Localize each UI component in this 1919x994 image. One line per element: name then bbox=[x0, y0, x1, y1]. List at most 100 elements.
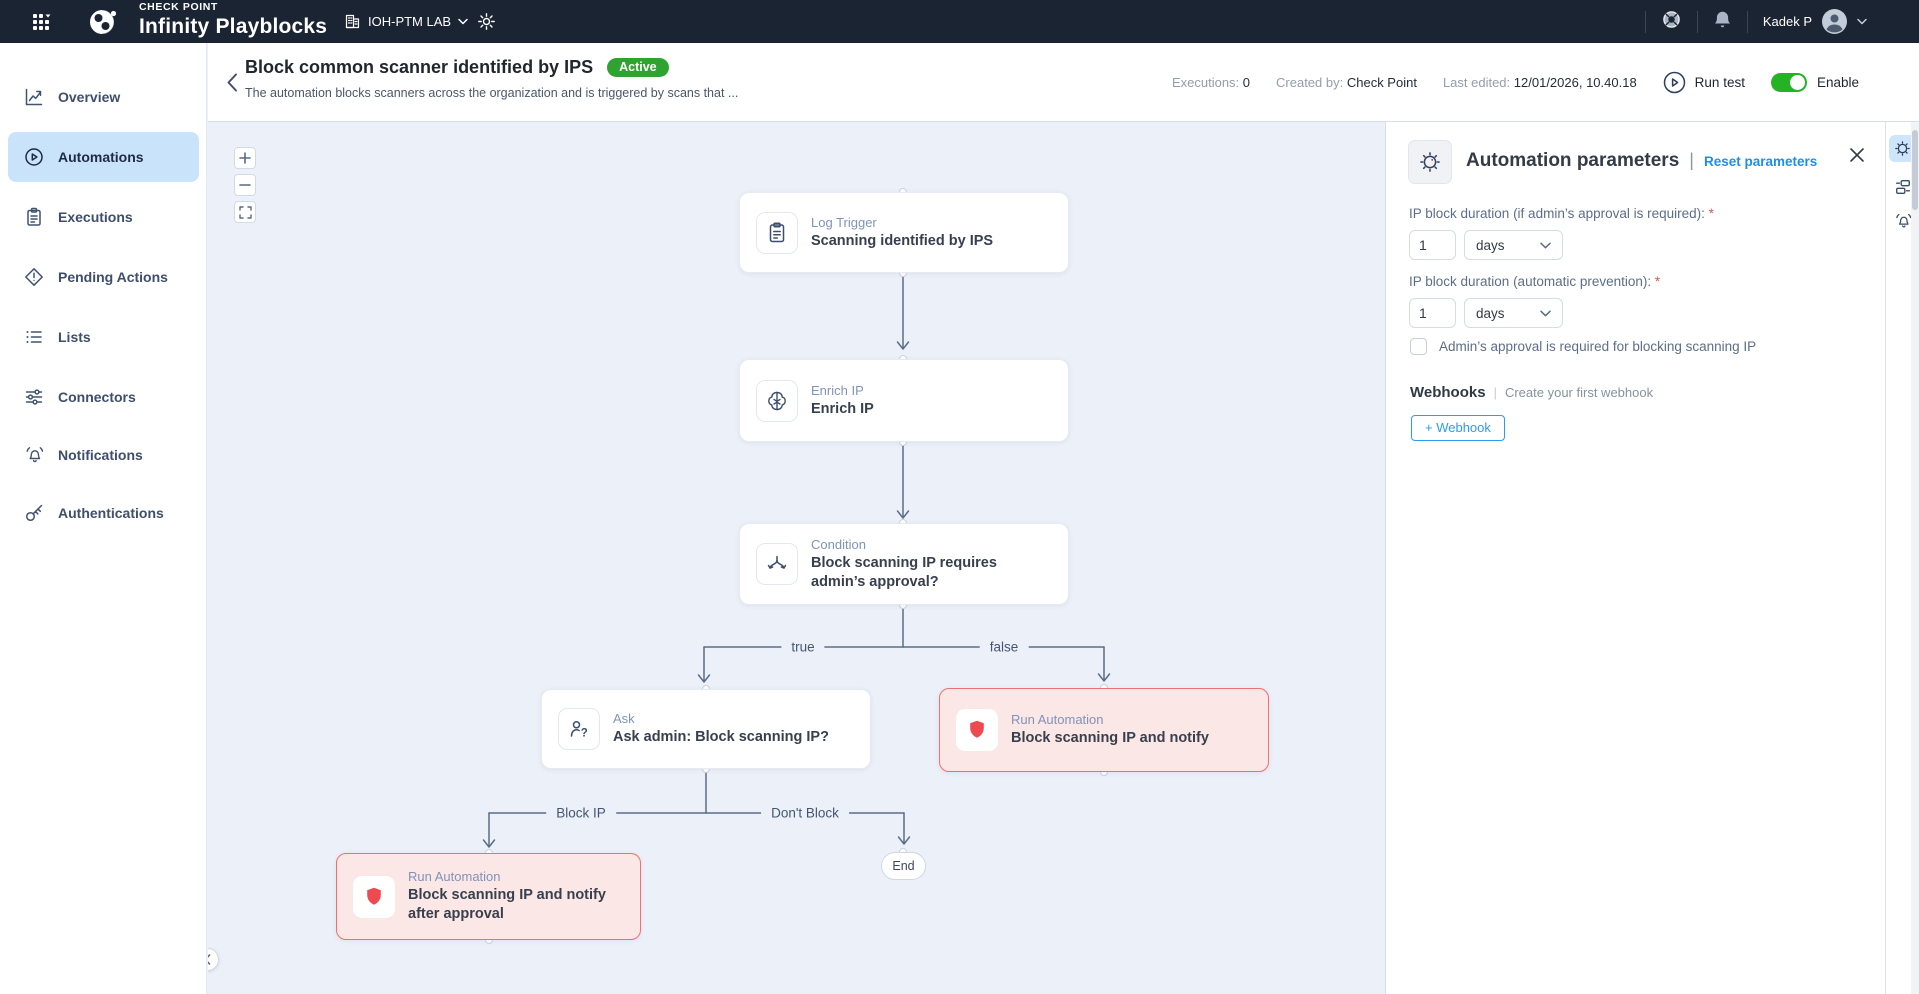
clipboard-icon bbox=[756, 212, 798, 254]
panel-title: Automation parameters bbox=[1466, 150, 1679, 172]
page-description: The automation blocks scanners across th… bbox=[245, 86, 738, 100]
approval-duration-input[interactable] bbox=[1409, 230, 1456, 260]
sidebar-item-label: Authentications bbox=[58, 505, 164, 521]
topbar-right-cluster: Kadek P bbox=[1645, 0, 1867, 43]
run-test-label: Run test bbox=[1695, 75, 1745, 90]
node-type-label: Condition bbox=[811, 537, 1052, 552]
automatic-duration-input[interactable] bbox=[1409, 298, 1456, 328]
sidebar-item-executions[interactable]: Executions bbox=[8, 192, 199, 242]
branch-label-dont-block: Don't Block bbox=[761, 805, 849, 822]
scrollbar-thumb[interactable] bbox=[1912, 130, 1918, 210]
branch-label-false: false bbox=[980, 639, 1029, 656]
flow-node-ask-admin[interactable]: ? Ask Ask admin: Block scanning IP? bbox=[541, 689, 871, 769]
flow-canvas[interactable]: true false Block IP Don't Block Log Trig… bbox=[208, 122, 1385, 994]
sidebar-item-lists[interactable]: Lists bbox=[8, 312, 199, 362]
sidebar-item-authentications[interactable]: Authentications bbox=[8, 488, 199, 538]
notifications-bell-icon[interactable] bbox=[1713, 9, 1732, 35]
back-button[interactable] bbox=[218, 65, 246, 99]
flow-node-log-trigger[interactable]: Log Trigger Scanning identified by IPS bbox=[739, 192, 1069, 273]
fit-screen-button[interactable] bbox=[234, 201, 256, 223]
play-circle-icon bbox=[1663, 71, 1686, 94]
user-name: Kadek P bbox=[1763, 14, 1812, 29]
close-icon[interactable] bbox=[1846, 144, 1868, 166]
status-badge: Active bbox=[607, 58, 669, 77]
bell-ring-icon bbox=[24, 445, 44, 465]
selected-unit: days bbox=[1476, 306, 1505, 321]
node-title: Block scanning IP and notify after appro… bbox=[408, 886, 624, 923]
shield-icon bbox=[956, 709, 998, 751]
field-label-automatic-duration: IP block duration (automatic prevention)… bbox=[1409, 274, 1660, 289]
key-icon bbox=[24, 503, 44, 523]
chevron-down-icon bbox=[1540, 242, 1551, 249]
avatar bbox=[1821, 8, 1848, 35]
sliders-icon bbox=[24, 387, 44, 407]
selected-unit: days bbox=[1476, 238, 1505, 253]
node-type-label: Ask bbox=[613, 711, 829, 726]
sidebar-item-label: Connectors bbox=[58, 389, 136, 405]
toggle-knob bbox=[1790, 75, 1805, 90]
flow-node-end[interactable]: End bbox=[881, 852, 926, 880]
shield-icon bbox=[353, 876, 395, 918]
node-type-label: Enrich IP bbox=[811, 383, 874, 398]
sidebar-item-notifications[interactable]: Notifications bbox=[8, 430, 199, 480]
node-type-label: Run Automation bbox=[1011, 712, 1209, 727]
automatic-duration-unit-select[interactable]: days bbox=[1464, 298, 1563, 328]
last-edited: Last edited: 12/01/2026, 10.40.18 bbox=[1443, 75, 1637, 90]
enable-label: Enable bbox=[1817, 75, 1859, 90]
flow-node-condition[interactable]: Condition Block scanning IP requires adm… bbox=[739, 523, 1069, 605]
approval-duration-unit-select[interactable]: days bbox=[1464, 230, 1563, 260]
reset-parameters-link[interactable]: Reset parameters bbox=[1704, 154, 1817, 169]
person-question-icon: ? bbox=[558, 708, 600, 750]
sidebar-item-label: Pending Actions bbox=[58, 269, 168, 285]
clipboard-icon bbox=[24, 207, 44, 227]
zoom-in-button[interactable] bbox=[234, 147, 256, 169]
zoom-out-button[interactable] bbox=[234, 174, 256, 196]
branch-icon bbox=[756, 543, 798, 585]
admin-approval-checkbox[interactable] bbox=[1410, 338, 1427, 355]
play-circle-icon bbox=[24, 147, 44, 167]
add-webhook-button[interactable]: + Webhook bbox=[1411, 415, 1505, 441]
flow-node-block-after-approval[interactable]: Run Automation Block scanning IP and not… bbox=[336, 853, 641, 940]
diamond-alert-icon bbox=[24, 267, 44, 287]
sidebar-item-overview[interactable]: Overview bbox=[8, 72, 199, 122]
required-mark: * bbox=[1655, 274, 1660, 289]
canvas-zoom-controls bbox=[234, 147, 256, 223]
app-root: CHECK POINT Infinity Playblocks IOH-PTM … bbox=[0, 0, 1919, 994]
list-icon bbox=[24, 327, 44, 347]
sidebar-item-pending-actions[interactable]: Pending Actions bbox=[8, 252, 199, 302]
sidebar: Overview Automations Executions Pending … bbox=[0, 43, 207, 994]
divider bbox=[1747, 11, 1748, 33]
title-separator: | bbox=[1689, 150, 1694, 171]
building-icon bbox=[344, 13, 361, 30]
node-type-label: Run Automation bbox=[408, 869, 624, 884]
enable-toggle[interactable] bbox=[1771, 73, 1807, 92]
tenant-selector[interactable]: IOH-PTM LAB bbox=[344, 0, 468, 43]
help-icon[interactable] bbox=[1661, 9, 1682, 35]
brain-icon bbox=[756, 380, 798, 422]
global-settings-gear-icon[interactable] bbox=[477, 12, 496, 36]
page-header: Block common scanner identified by IPS A… bbox=[208, 43, 1919, 122]
topbar: CHECK POINT Infinity Playblocks IOH-PTM … bbox=[0, 0, 1919, 43]
divider bbox=[1645, 11, 1646, 33]
sidebar-item-label: Executions bbox=[58, 209, 133, 225]
flow-node-enrich-ip[interactable]: Enrich IP Enrich IP bbox=[739, 359, 1069, 442]
created-by: Created by: Check Point bbox=[1276, 75, 1417, 90]
app-title: Infinity Playblocks bbox=[139, 16, 327, 37]
header-meta: Executions: 0 Created by: Check Point La… bbox=[1172, 43, 1859, 122]
panel-scrollbar[interactable] bbox=[1911, 122, 1919, 994]
sidebar-item-connectors[interactable]: Connectors bbox=[8, 372, 199, 422]
webhooks-title: Webhooks bbox=[1410, 384, 1486, 401]
user-menu[interactable]: Kadek P bbox=[1763, 8, 1867, 35]
node-title: Enrich IP bbox=[811, 400, 874, 419]
page-title: Block common scanner identified by IPS bbox=[245, 57, 593, 78]
run-test-button[interactable]: Run test bbox=[1663, 71, 1745, 94]
branch-label-true: true bbox=[781, 639, 824, 656]
app-launcher-grid-icon[interactable] bbox=[31, 11, 53, 33]
flow-node-block-and-notify[interactable]: Run Automation Block scanning IP and not… bbox=[939, 688, 1269, 772]
sidebar-item-label: Automations bbox=[58, 149, 144, 165]
sidebar-item-label: Overview bbox=[58, 89, 120, 105]
checkpoint-logo-icon bbox=[88, 7, 118, 37]
sidebar-item-automations[interactable]: Automations bbox=[8, 132, 199, 182]
node-title: Ask admin: Block scanning IP? bbox=[613, 728, 829, 747]
node-title: Scanning identified by IPS bbox=[811, 232, 993, 251]
